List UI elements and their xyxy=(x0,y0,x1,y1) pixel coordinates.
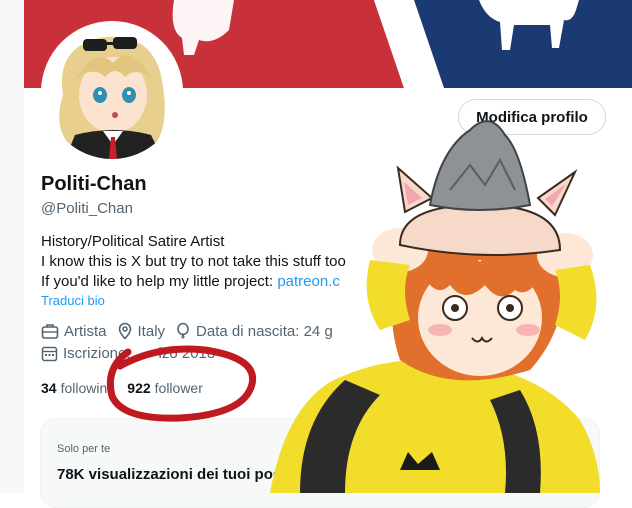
follow-stats: 34 followin 922 follower xyxy=(41,380,223,396)
following-count: 34 xyxy=(41,380,57,396)
meta-location: Italy xyxy=(117,322,166,340)
followers-link[interactable]: 922 follower xyxy=(127,380,203,396)
analytics-card-title: 78K visualizzazioni dei tuoi pos xyxy=(57,466,282,483)
meta-category-label: Artista xyxy=(64,322,107,340)
avatar-frame[interactable] xyxy=(41,21,183,163)
following-label: followin xyxy=(60,380,108,396)
bio-line-3: If you'd like to help my little project:… xyxy=(41,272,346,292)
meta-birth: Data di nascita: 24 g xyxy=(175,322,333,340)
followers-count: 922 xyxy=(127,380,151,396)
briefcase-icon xyxy=(41,324,59,339)
analytics-card-label: Solo per te xyxy=(57,443,111,455)
location-pin-icon xyxy=(118,322,131,340)
patreon-link[interactable]: patreon.c xyxy=(277,273,340,290)
balloon-icon xyxy=(177,322,189,339)
profile-name: Politi-Chan xyxy=(41,173,147,195)
meta-joined-date: izo 2018 xyxy=(158,345,216,362)
meta-category: Artista xyxy=(41,322,107,340)
meta-joined: Iscrizione: izo 2018 xyxy=(41,345,215,362)
avatar[interactable] xyxy=(45,25,179,159)
profile-bio: History/Political Satire Artist I know t… xyxy=(41,232,346,292)
meta-birth-label: Data di nascita: 24 g xyxy=(196,322,333,340)
meta-joined-prefix: Iscrizione: xyxy=(63,345,131,362)
edit-profile-button[interactable]: Modifica profilo xyxy=(458,99,606,135)
profile-handle: @Politi_Chan xyxy=(41,200,133,217)
followers-label: follower xyxy=(154,380,203,396)
following-link[interactable]: 34 followin xyxy=(41,380,107,396)
analytics-card[interactable] xyxy=(40,418,600,508)
calendar-icon xyxy=(41,346,58,362)
bio-line-2: I know this is X but try to not take thi… xyxy=(41,253,346,270)
profile-meta-row-2: Iscrizione: izo 2018 xyxy=(41,345,225,362)
translate-bio-link[interactable]: Traduci bio xyxy=(41,293,105,308)
bio-line-3-text: If you'd like to help my little project: xyxy=(41,273,278,290)
bio-line-1: History/Political Satire Artist xyxy=(41,233,225,250)
meta-location-label: Italy xyxy=(137,322,166,340)
profile-meta-row-1: Artista Italy Data di nascita: 24 g xyxy=(41,322,343,340)
page-left-edge xyxy=(0,0,24,493)
